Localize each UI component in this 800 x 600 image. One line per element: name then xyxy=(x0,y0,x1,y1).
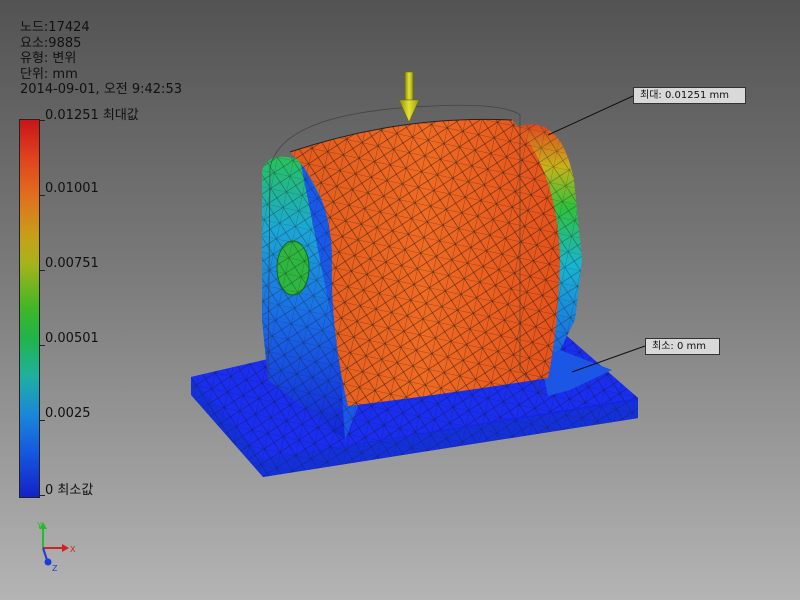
z-axis-line xyxy=(42,547,48,561)
y-axis-label: Y xyxy=(36,521,42,530)
pin-head xyxy=(276,240,310,296)
load-arrow xyxy=(398,71,420,123)
z-axis-dot-icon xyxy=(44,558,52,566)
axis-triad[interactable]: Y X Z xyxy=(28,520,88,575)
x-axis-label: X xyxy=(70,545,76,554)
x-axis-arrow-icon xyxy=(62,544,69,552)
z-axis-label: Z xyxy=(52,564,58,573)
max-leader-line xyxy=(547,95,634,136)
max-value-callout[interactable]: 최대: 0.01251 mm xyxy=(633,87,746,104)
min-value-callout[interactable]: 최소: 0 mm xyxy=(645,338,720,355)
